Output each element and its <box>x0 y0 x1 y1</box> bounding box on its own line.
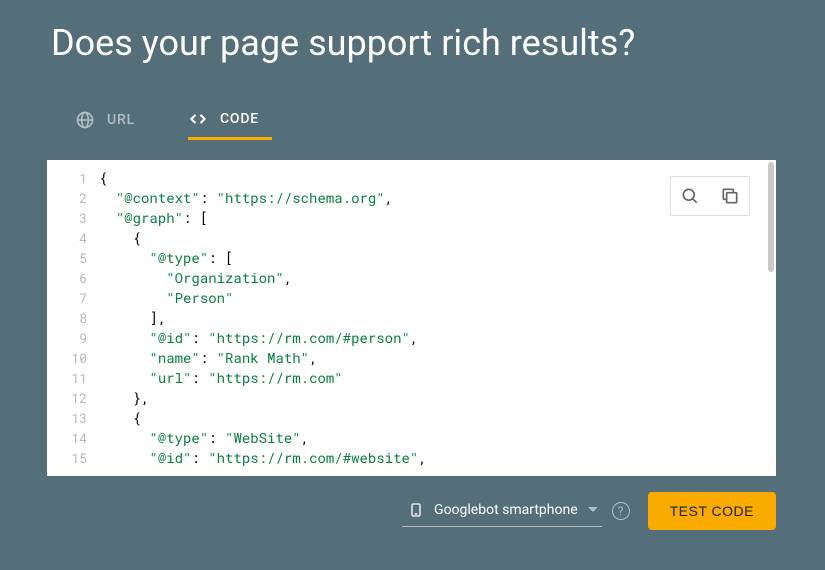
smartphone-icon <box>408 500 424 520</box>
help-icon[interactable]: ? <box>612 502 630 520</box>
code-toolbar <box>670 176 750 216</box>
page-title: Does your page support rich results? <box>0 0 825 64</box>
globe-icon <box>75 110 95 130</box>
code-editor[interactable]: 123456789101112131415 { "@context": "htt… <box>47 160 776 476</box>
footer-controls: Googlebot smartphone ? TEST CODE <box>47 476 776 546</box>
user-agent-selector[interactable]: Googlebot smartphone <box>402 495 602 527</box>
tab-url-label: URL <box>107 112 135 128</box>
tab-code-label: CODE <box>220 111 259 127</box>
rich-results-test: Does your page support rich results? URL… <box>0 0 825 570</box>
chevron-down-icon <box>588 507 598 512</box>
copy-icon[interactable] <box>720 186 740 206</box>
search-icon[interactable] <box>680 186 700 206</box>
test-code-button[interactable]: TEST CODE <box>648 492 776 530</box>
scrollbar-thumb[interactable] <box>768 162 774 272</box>
input-tabs: URL CODE <box>75 100 825 140</box>
tab-url[interactable]: URL <box>75 100 148 140</box>
tab-code[interactable]: CODE <box>188 100 272 140</box>
user-agent-label: Googlebot smartphone <box>434 502 578 518</box>
line-number-gutter: 123456789101112131415 <box>47 160 93 476</box>
code-icon <box>188 109 208 129</box>
